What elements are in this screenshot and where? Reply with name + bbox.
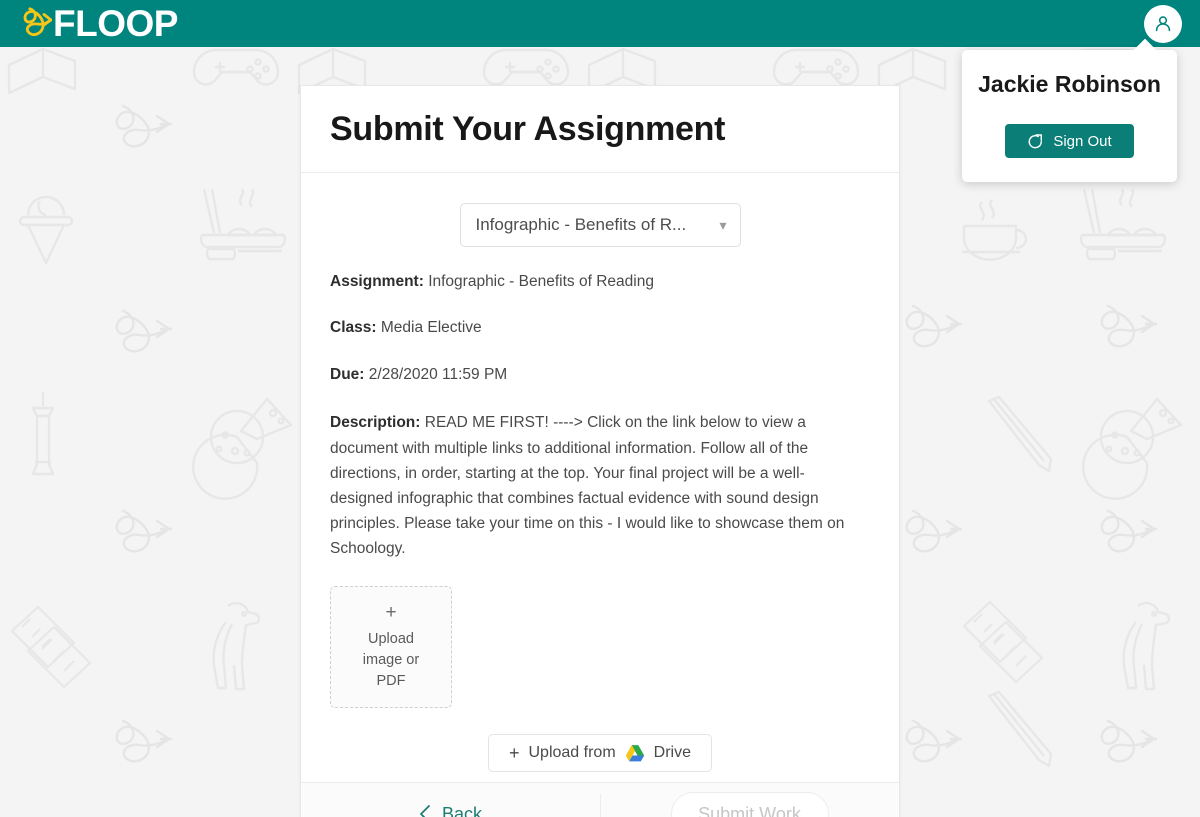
description-label: Description: xyxy=(330,414,421,432)
due-label: Due: xyxy=(330,365,365,383)
assignment-value: Infographic - Benefits of Reading xyxy=(428,273,654,290)
sign-out-button[interactable]: Sign Out xyxy=(1005,124,1134,159)
person-icon xyxy=(1155,16,1171,32)
google-drive-icon xyxy=(625,745,644,762)
floop-logo[interactable]: FLOOP xyxy=(18,0,178,47)
sign-out-icon xyxy=(1028,134,1043,149)
footer-divider xyxy=(600,794,601,817)
page-title: Submit Your Assignment xyxy=(330,109,726,148)
class-value: Media Elective xyxy=(380,319,482,337)
assignment-select[interactable]: Infographic - Benefits of R... ▾ xyxy=(459,203,741,247)
description-value: READ ME FIRST! ----> Click on the link b… xyxy=(330,414,845,557)
submit-work-button[interactable]: Submit Work xyxy=(670,792,829,817)
account-user-name: Jackie Robinson xyxy=(978,71,1161,97)
avatar[interactable] xyxy=(1144,5,1182,43)
drive-label: Drive xyxy=(653,744,691,762)
card-body: Infographic - Benefits of R... ▾ Assignm… xyxy=(301,173,899,783)
assignment-select-value: Infographic - Benefits of R... xyxy=(475,215,687,234)
class-label: Class: xyxy=(330,319,377,337)
card-footer: Back Submit Work xyxy=(301,783,899,817)
due-meta-row: Due: 2/28/2020 11:59 PM xyxy=(330,364,870,386)
assignment-select-row: Infographic - Benefits of R... ▾ xyxy=(330,203,870,247)
due-value: 2/28/2020 11:59 PM xyxy=(368,365,508,383)
plus-icon: + xyxy=(508,742,520,763)
assignment-card: Submit Your Assignment Infographic - Ben… xyxy=(300,85,900,817)
description-row: Description: READ ME FIRST! ----> Click … xyxy=(330,410,863,561)
upload-dropzone[interactable]: + Upload image or PDF xyxy=(330,586,452,709)
footer-right: Submit Work xyxy=(600,783,899,817)
class-meta-row: Class: Media Elective xyxy=(330,317,870,339)
chevron-down-icon: ▾ xyxy=(719,217,727,233)
floop-loop-icon xyxy=(23,6,52,36)
upload-dropzone-label: Upload image or PDF xyxy=(362,630,420,689)
upload-from-drive-button[interactable]: + Upload from Drive xyxy=(487,734,712,773)
app-header: FLOOP xyxy=(0,0,1200,47)
drive-button-row: + Upload from Drive xyxy=(330,734,870,773)
account-menu: Jackie Robinson Sign Out xyxy=(962,50,1177,183)
floop-logo-text: FLOOP xyxy=(53,3,178,44)
upload-from-drive-label: Upload from xyxy=(528,744,616,762)
back-button[interactable]: Back xyxy=(419,804,482,817)
back-label: Back xyxy=(441,803,483,817)
assignment-meta-row: Assignment: Infographic - Benefits of Re… xyxy=(330,271,870,293)
chevron-left-icon xyxy=(420,805,430,817)
assignment-label: Assignment: xyxy=(330,273,424,290)
card-header: Submit Your Assignment xyxy=(301,86,899,173)
footer-left: Back xyxy=(301,783,600,817)
sign-out-label: Sign Out xyxy=(1053,132,1112,150)
plus-icon: + xyxy=(385,601,397,623)
